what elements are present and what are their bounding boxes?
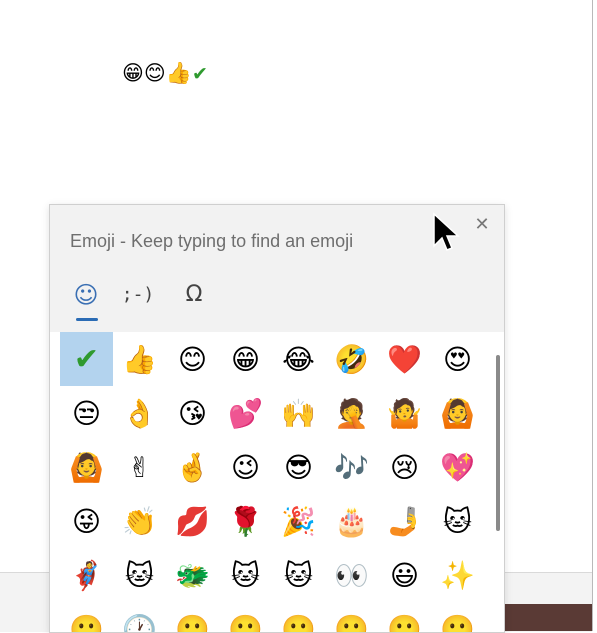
- emoji-cell[interactable]: 🙂: [219, 602, 272, 633]
- emoji-cell[interactable]: 😊: [166, 332, 219, 386]
- emoji-cell[interactable]: 🤷: [378, 386, 431, 440]
- emoji-cell[interactable]: 🤳: [378, 494, 431, 548]
- emoji-cell[interactable]: 😘: [166, 386, 219, 440]
- emoji-cell[interactable]: 🙂: [325, 602, 378, 633]
- document-border: [592, 0, 593, 631]
- emoji-panel: Emoji - Keep typing to find an emoji ✕ ☺…: [49, 204, 505, 633]
- smiley-icon: ☺: [73, 281, 99, 309]
- tab-kaomoji[interactable]: ;-): [116, 277, 160, 323]
- emoji-thumbs-up: 👍: [165, 61, 192, 85]
- emoji-cell[interactable]: ❤️: [378, 332, 431, 386]
- emoji-cell[interactable]: 🐱: [219, 548, 272, 602]
- emoji-cell[interactable]: 💖: [431, 440, 484, 494]
- emoji-cell[interactable]: 😂: [272, 332, 325, 386]
- checkmark-icon: ✔: [73, 341, 100, 377]
- emoji-grid-area: ✔ 👍 😊 😁 😂 🤣 ❤️ 😍 😒 👌 😘 💕 🙌 🤦 🤷 🙆 🙆 ✌ 🤞 😉 😎 🎶 😢 💖 😜 👏 💋 🌹 🎉 🎂 🤳 🐱 🦸 🐱 🐲 🐱 🐱 👀 😃…: [50, 332, 504, 632]
- emoji-cell[interactable]: 😜: [60, 494, 113, 548]
- emoji-cell[interactable]: 🐱: [272, 548, 325, 602]
- emoji-cell[interactable]: 🙌: [272, 386, 325, 440]
- emoji-cell[interactable]: 🙂: [378, 602, 431, 633]
- close-icon[interactable]: ✕: [470, 213, 494, 237]
- emoji-smile: 😊: [143, 61, 166, 85]
- emoji-cell[interactable]: 😎: [272, 440, 325, 494]
- emoji-cell[interactable]: 💕: [219, 386, 272, 440]
- emoji-cell[interactable]: 🎉: [272, 494, 325, 548]
- active-tab-indicator: [76, 318, 98, 321]
- emoji-cell[interactable]: 🙂: [60, 602, 113, 633]
- emoji-cell[interactable]: 👌: [113, 386, 166, 440]
- emoji-panel-title: Emoji - Keep typing to find an emoji: [70, 231, 354, 251]
- emoji-cell[interactable]: 😉: [219, 440, 272, 494]
- emoji-cell[interactable]: 🕐: [113, 602, 166, 633]
- emoji-cell[interactable]: 😒: [60, 386, 113, 440]
- emoji-check: ✔: [191, 63, 208, 85]
- emoji-cell[interactable]: 🐱: [431, 494, 484, 548]
- emoji-cell[interactable]: 👍: [113, 332, 166, 386]
- emoji-cell[interactable]: ✔: [60, 332, 113, 386]
- tab-emoji[interactable]: ☺: [64, 277, 108, 323]
- emoji-cell[interactable]: 🐲: [166, 548, 219, 602]
- emoji-panel-tabs: ☺ ;-) Ω: [64, 277, 264, 323]
- emoji-cell[interactable]: 😢: [378, 440, 431, 494]
- emoji-cell[interactable]: 🤦: [325, 386, 378, 440]
- emoji-cell[interactable]: 🙆: [60, 440, 113, 494]
- emoji-cell[interactable]: 🙆: [431, 386, 484, 440]
- emoji-grid: ✔ 👍 😊 😁 😂 🤣 ❤️ 😍 😒 👌 😘 💕 🙌 🤦 🤷 🙆 🙆 ✌ 🤞 😉 😎 🎶 😢 💖 😜 👏 💋 🌹 🎉 🎂 🤳 🐱 🦸 🐱 🐲 🐱 🐱 👀 😃…: [60, 332, 484, 633]
- emoji-cell[interactable]: 🙂: [166, 602, 219, 633]
- emoji-cell[interactable]: ✌: [113, 440, 166, 494]
- emoji-cell[interactable]: 👀: [325, 548, 378, 602]
- omega-icon: Ω: [185, 282, 203, 307]
- emoji-cell[interactable]: 🙂: [272, 602, 325, 633]
- emoji-cell[interactable]: 🌹: [219, 494, 272, 548]
- tab-symbols[interactable]: Ω: [172, 277, 216, 323]
- emoji-cell[interactable]: 👏: [113, 494, 166, 548]
- taskbar-fragment: [504, 604, 592, 631]
- emoji-cell[interactable]: 🤞: [166, 440, 219, 494]
- document-text[interactable]: 😁😊👍✔: [122, 60, 208, 87]
- emoji-cell[interactable]: 🙂: [431, 602, 484, 633]
- emoji-cell[interactable]: 🎶: [325, 440, 378, 494]
- emoji-cell[interactable]: 💋: [166, 494, 219, 548]
- emoji-cell[interactable]: 🐱: [113, 548, 166, 602]
- emoji-cell[interactable]: 😍: [431, 332, 484, 386]
- emoji-cell[interactable]: 🎂: [325, 494, 378, 548]
- emoji-cell[interactable]: 🤣: [325, 332, 378, 386]
- scrollbar-thumb[interactable]: [496, 355, 500, 531]
- mouse-pointer-icon: [433, 212, 460, 251]
- emoji-cell[interactable]: 😃: [378, 548, 431, 602]
- kaomoji-icon: ;-): [121, 284, 155, 305]
- emoji-cell[interactable]: ✨: [431, 548, 484, 602]
- emoji-cell[interactable]: 😁: [219, 332, 272, 386]
- emoji-cell[interactable]: 🦸: [60, 548, 113, 602]
- emoji-grin: 😁: [122, 61, 144, 85]
